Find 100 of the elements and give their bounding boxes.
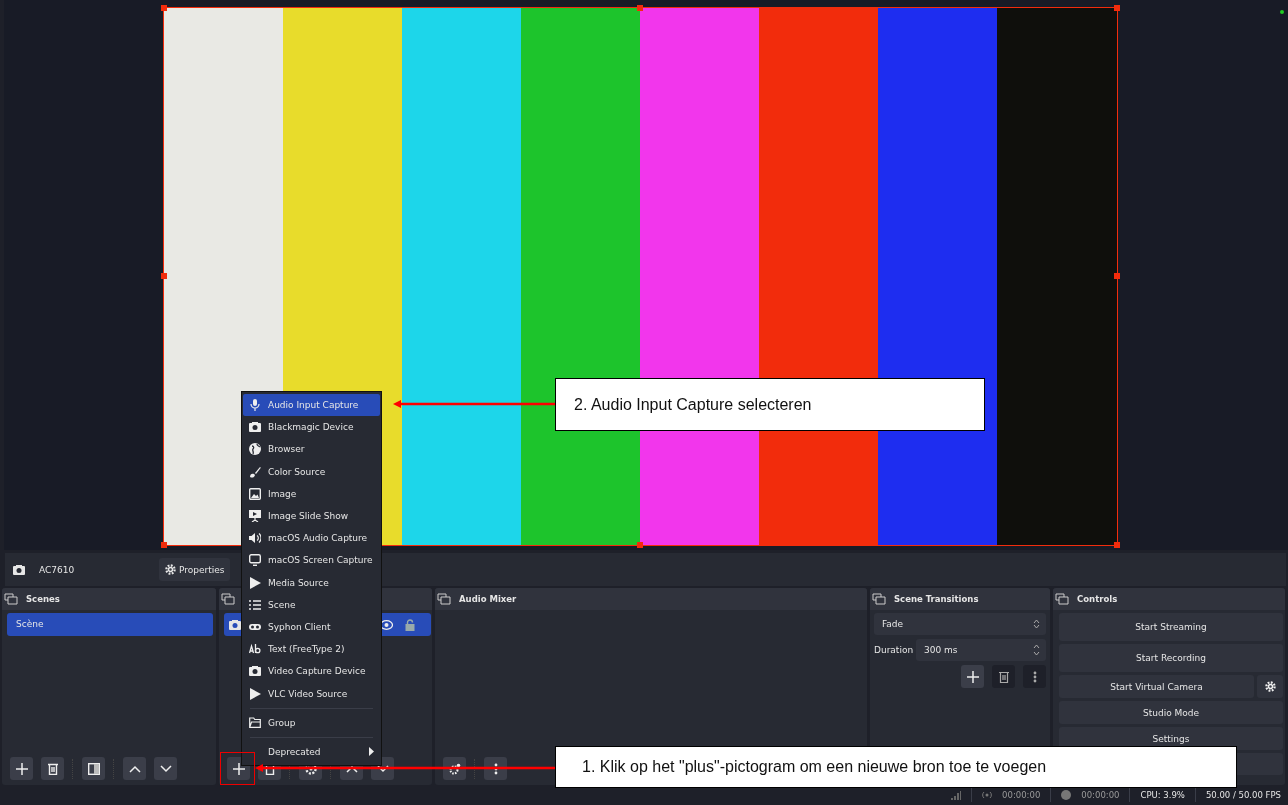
menu-item[interactable]: VLC Video Source: [243, 682, 380, 705]
microphone-icon: [249, 399, 261, 412]
camera-icon: [229, 618, 241, 631]
annotation-tooltip: 2. Audio Input Capture selecteren: [555, 378, 985, 431]
play-icon: [249, 576, 261, 589]
signal-icon: [951, 790, 962, 800]
menu-item[interactable]: Media Source: [243, 571, 380, 594]
menu-item[interactable]: macOS Screen Capture: [243, 549, 380, 572]
resize-handle[interactable]: [160, 273, 167, 279]
dock-icon: [221, 593, 235, 605]
source-name: AC7610: [39, 564, 76, 575]
virtual-camera-settings-button[interactable]: [1257, 675, 1283, 698]
more-icon: [493, 762, 498, 775]
spinner-icon: [1033, 644, 1040, 656]
more-icon: [1032, 670, 1037, 683]
image-icon: [249, 487, 261, 500]
panel-title: Scenes: [26, 594, 60, 604]
scene-list-item[interactable]: Scène: [7, 613, 213, 636]
panel-title: Scene Transitions: [894, 594, 979, 604]
eye-icon[interactable]: [380, 619, 393, 630]
menu-item[interactable]: Video Capture Device: [243, 660, 380, 683]
submenu-arrow-icon: [369, 747, 374, 757]
plus-icon: [15, 762, 28, 775]
list-icon: [249, 598, 261, 611]
menu-item[interactable]: Image: [243, 482, 380, 505]
transition-dropdown[interactable]: Fade: [874, 613, 1046, 635]
unlocked-icon[interactable]: [405, 618, 415, 631]
text-icon: [249, 643, 261, 656]
monitor-icon: [249, 554, 261, 567]
resize-handle[interactable]: [1113, 273, 1120, 279]
resize-handle[interactable]: [160, 5, 167, 11]
menu-item[interactable]: Text (FreeType 2): [243, 638, 380, 661]
resize-handle[interactable]: [636, 542, 643, 548]
filter-button[interactable]: [82, 757, 105, 780]
move-up-button[interactable]: [123, 757, 146, 780]
menu-item[interactable]: Color Source: [243, 460, 380, 483]
camera-icon: [249, 665, 261, 678]
duration-field[interactable]: 300 ms: [916, 639, 1046, 661]
panel-title: Audio Mixer: [459, 594, 517, 604]
advanced-audio-button[interactable]: [443, 757, 466, 780]
slideshow-icon: [249, 510, 261, 523]
menu-item[interactable]: Blackmagic Device: [243, 416, 380, 439]
status-indicator: [1280, 10, 1284, 14]
menu-item[interactable]: Deprecated: [243, 740, 380, 763]
control-button[interactable]: Studio Mode: [1059, 701, 1283, 724]
resize-handle[interactable]: [636, 5, 643, 11]
dock-icon: [437, 593, 451, 605]
more-button[interactable]: [1023, 665, 1046, 688]
camera-icon: [249, 421, 261, 434]
updown-icon: [1033, 619, 1040, 629]
brush-icon: [249, 465, 261, 478]
control-button[interactable]: Start Streaming: [1059, 613, 1283, 641]
chevron-up-icon: [128, 764, 141, 773]
stream-time: 00:00:00: [1002, 790, 1041, 800]
trash-icon: [998, 670, 1009, 683]
gear-icon: [1264, 681, 1276, 692]
fps-counter: 50.00 / 50.00 FPS: [1205, 790, 1281, 800]
control-button[interactable]: Start Virtual Camera: [1059, 675, 1254, 698]
resize-handle[interactable]: [1113, 542, 1120, 548]
globe-icon: [249, 443, 261, 456]
cpu-usage: CPU: 3.9%: [1140, 790, 1185, 800]
resize-handle[interactable]: [1113, 5, 1120, 11]
remove-transition-button[interactable]: [992, 665, 1015, 688]
play-icon: [249, 687, 261, 700]
speaker-icon: [249, 532, 261, 545]
gear-icon: [448, 762, 461, 775]
menu-item[interactable]: Image Slide Show: [243, 504, 380, 528]
gear-icon: [165, 564, 176, 575]
more-button[interactable]: [484, 757, 507, 780]
dock-icon: [872, 593, 886, 605]
dock-icon: [4, 593, 18, 605]
properties-button[interactable]: Properties: [159, 558, 231, 581]
folder-icon: [249, 717, 261, 729]
trash-icon: [47, 762, 58, 775]
record-dot-icon: [1061, 790, 1072, 800]
chevron-down-icon: [159, 764, 172, 773]
add-transition-button[interactable]: [961, 665, 984, 688]
record-time: 00:00:00: [1081, 790, 1120, 800]
remove-button[interactable]: [41, 757, 64, 780]
dock-icon: [1055, 593, 1069, 605]
duration-label: Duration: [874, 645, 912, 655]
menu-item[interactable]: Syphon Client: [243, 615, 380, 639]
panel-title: Controls: [1077, 594, 1118, 604]
broadcast-icon: [982, 791, 993, 799]
camera-icon: [13, 563, 25, 576]
annotation-tooltip: 1. Klik op het "plus"-pictogram om een nieuwe bron toe te voegen: [555, 746, 1237, 788]
chevron-down-icon: [376, 764, 389, 773]
menu-item[interactable]: Group: [243, 711, 380, 734]
menu-item[interactable]: macOS Audio Capture: [243, 527, 380, 550]
plus-icon: [966, 670, 979, 683]
control-button[interactable]: Start Recording: [1059, 644, 1283, 672]
add-button[interactable]: [10, 757, 33, 780]
plus-icon: [232, 762, 245, 775]
menu-item[interactable]: Scene: [243, 593, 380, 616]
menu-item[interactable]: Browser: [243, 438, 380, 461]
menu-item[interactable]: Audio Input Capture: [243, 394, 380, 417]
move-down-button[interactable]: [154, 757, 177, 780]
resize-handle[interactable]: [160, 542, 167, 548]
highlight-frame: [220, 752, 255, 785]
filter-icon: [87, 762, 100, 775]
